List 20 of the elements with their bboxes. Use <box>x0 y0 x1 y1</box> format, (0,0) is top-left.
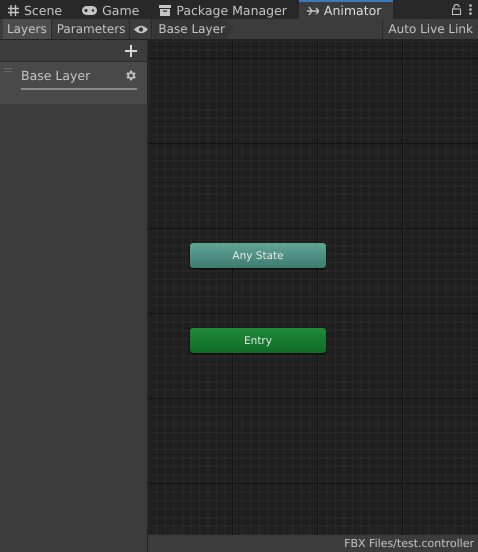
plus-icon[interactable] <box>125 44 137 56</box>
lock-icon[interactable] <box>452 4 461 15</box>
settings-icon[interactable] <box>124 69 137 82</box>
layer-name: Base Layer <box>21 68 90 83</box>
panel-tab[interactable]: Layers <box>3 19 52 39</box>
breadcrumb[interactable]: Base Layer <box>152 19 235 39</box>
window-tab[interactable]: Animator <box>298 0 394 19</box>
status-bar: FBX Files/test.controller <box>148 535 478 552</box>
layer-row[interactable]: Base Layer <box>0 62 147 104</box>
window-tab[interactable]: Game <box>74 0 152 19</box>
grid-icon <box>8 5 19 16</box>
eye-icon[interactable] <box>134 24 148 34</box>
state-node[interactable]: Entry <box>190 328 326 353</box>
box-icon <box>159 5 172 16</box>
branch-icon <box>306 6 319 16</box>
graph-canvas[interactable]: Any State Entry <box>148 40 478 535</box>
gamepad-icon <box>82 6 98 15</box>
window-tab[interactable]: Scene <box>0 0 74 19</box>
more-icon[interactable] <box>469 4 472 15</box>
window-tab[interactable]: Package Manager <box>151 0 299 19</box>
